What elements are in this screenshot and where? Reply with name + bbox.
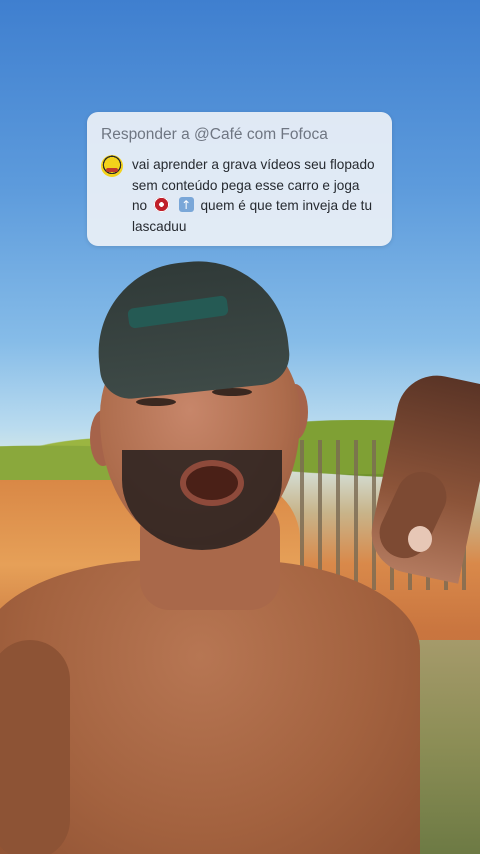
finger-nail bbox=[408, 526, 432, 552]
person-mouth bbox=[180, 460, 244, 506]
reply-comment-text: vai aprender a grava vídeos seu flopado … bbox=[132, 155, 378, 237]
up-arrow-icon bbox=[178, 195, 194, 216]
person-left-eye bbox=[136, 398, 176, 406]
video-frame[interactable]: Responder a @Café com Fofoca vai aprende… bbox=[0, 0, 480, 854]
person-cap bbox=[89, 252, 293, 402]
no-entry-icon bbox=[153, 197, 169, 212]
person-left-arm bbox=[0, 640, 70, 854]
reply-header: Responder a @Café com Fofoca bbox=[101, 126, 328, 143]
reply-comment-card[interactable]: Responder a @Café com Fofoca vai aprende… bbox=[87, 112, 392, 246]
reply-comment-row: vai aprender a grava vídeos seu flopado … bbox=[101, 155, 378, 237]
commenter-avatar bbox=[101, 155, 123, 177]
